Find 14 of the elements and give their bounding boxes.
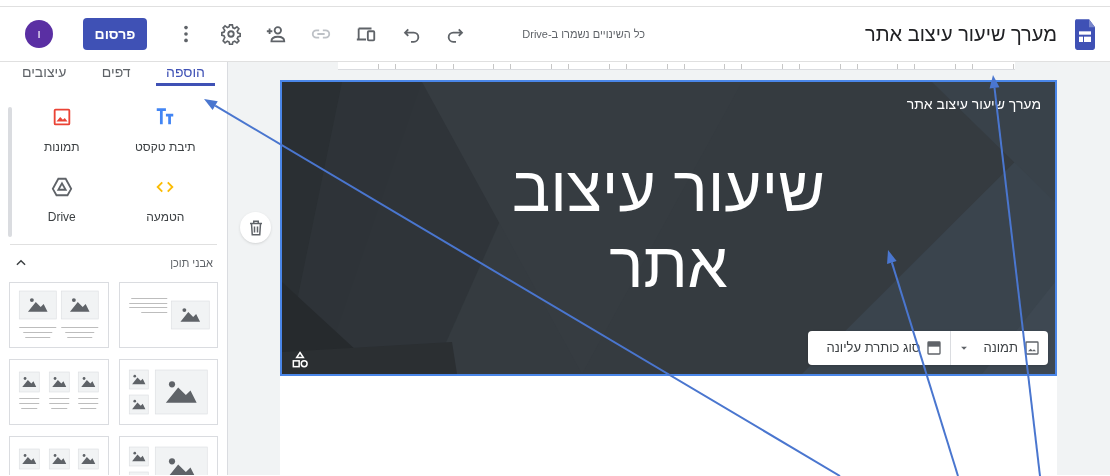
panel-tab[interactable]: הוספה — [156, 62, 215, 86]
panel-tab[interactable]: עיצובים — [12, 62, 77, 86]
save-status: כל השינויים נשמרו ב-Drive — [522, 26, 646, 42]
insert-item[interactable]: Drive — [10, 176, 114, 226]
insert-item[interactable]: תמונות — [10, 106, 114, 156]
publish-button[interactable]: פרסום — [83, 18, 147, 50]
insert-item[interactable]: הטמעה — [113, 176, 217, 226]
header-title[interactable]: שיעור עיצוב אתר — [478, 151, 859, 303]
panel-tab[interactable]: דפים — [91, 62, 141, 86]
section-title: אבני תוכן — [170, 256, 213, 271]
image-button[interactable]: תמונה — [950, 331, 1048, 365]
insert-item[interactable]: תיבת טקסט — [113, 106, 217, 156]
site-title[interactable]: מערך שיעור עיצוב אתר — [865, 19, 1057, 49]
avatar[interactable]: ו — [25, 20, 53, 48]
